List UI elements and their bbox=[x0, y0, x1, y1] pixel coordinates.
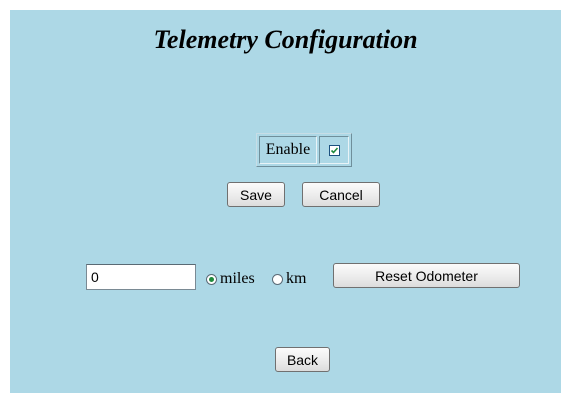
km-label: km bbox=[286, 270, 307, 287]
save-button[interactable]: Save bbox=[227, 182, 285, 207]
enable-label: Enable bbox=[265, 141, 311, 158]
back-button[interactable]: Back bbox=[275, 347, 330, 372]
miles-radio[interactable] bbox=[206, 273, 217, 285]
enable-checkbox-cell bbox=[319, 136, 349, 164]
page-title: Telemetry Configuration bbox=[153, 25, 418, 54]
km-radio[interactable] bbox=[272, 273, 283, 285]
enable-table: Enable bbox=[256, 133, 352, 167]
miles-label: miles bbox=[220, 270, 255, 287]
reset-odometer-button[interactable]: Reset Odometer bbox=[333, 263, 520, 288]
km-radio-group[interactable]: km bbox=[272, 270, 307, 287]
cancel-button[interactable]: Cancel bbox=[302, 182, 380, 207]
miles-radio-group[interactable]: miles bbox=[206, 270, 255, 287]
checkmark-icon bbox=[330, 146, 338, 154]
enable-checkbox[interactable] bbox=[328, 144, 340, 156]
enable-label-cell: Enable bbox=[259, 136, 317, 164]
odometer-input[interactable] bbox=[86, 264, 196, 290]
config-panel: Telemetry Configuration Enable Save Canc… bbox=[10, 10, 561, 393]
